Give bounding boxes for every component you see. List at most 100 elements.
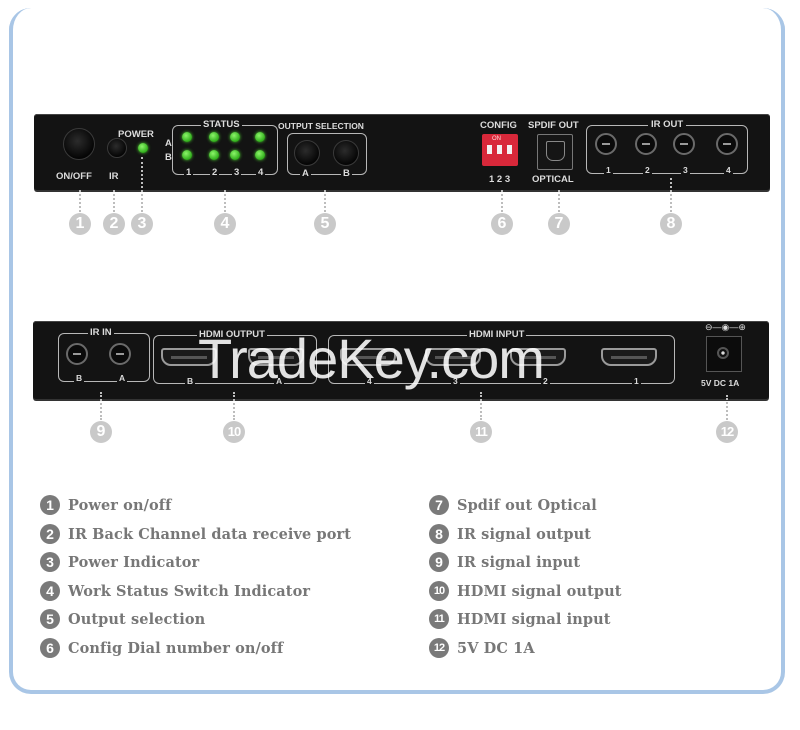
legend-text: IR signal output [457, 525, 592, 543]
legend-item: 5 Output selection [40, 608, 205, 630]
legend-badge: 8 [429, 524, 449, 544]
callout-1: 1 [69, 213, 91, 235]
dip-switch-3[interactable] [507, 145, 512, 154]
status-led-a3 [230, 132, 240, 142]
status-led-a2 [209, 132, 219, 142]
status-led-b3 [230, 150, 240, 160]
ir-out-port-4 [716, 133, 738, 155]
callout-6: 6 [491, 213, 513, 235]
legend-badge: 10 [429, 581, 449, 601]
hdmi-input-1-label: 1 [632, 376, 641, 386]
legend-item: 7 Spdif out Optical [429, 494, 597, 516]
on-off-button[interactable] [63, 128, 95, 160]
dc-polarity-icon: ⊖—◉—⊕ [705, 322, 746, 332]
status-led-b2 [209, 150, 219, 160]
ir-in-b-label: B [74, 373, 85, 383]
callout-line-12 [726, 395, 728, 420]
legend-text: HDMI signal output [457, 582, 622, 600]
spdif-out-label: SPDIF OUT [528, 120, 579, 131]
legend-text: Output selection [68, 610, 206, 628]
output-selection-label: OUTPUT SELECTION [278, 121, 364, 131]
dip-on-label: ON [492, 136, 501, 142]
callout-2: 2 [103, 213, 125, 235]
ir-receiver [107, 138, 127, 158]
status-col-4: 4 [256, 167, 266, 178]
ir-label: IR [109, 171, 119, 182]
watermark: TradeKey.com [198, 327, 545, 390]
legend-item: 2 IR Back Channel data receive port [40, 523, 351, 545]
dip-switch-1[interactable] [487, 145, 492, 154]
legend-text: 5V DC 1A [457, 639, 535, 657]
dip-switch-2[interactable] [497, 145, 502, 154]
callout-line-4 [224, 190, 226, 212]
ir-out-port-1 [595, 133, 617, 155]
status-led-b4 [255, 150, 265, 160]
config-label: CONFIG [480, 120, 517, 131]
ir-in-label: IR IN [88, 327, 114, 338]
ir-in-port-b [66, 343, 88, 365]
legend-badge: 1 [40, 495, 60, 515]
callout-line-1 [79, 190, 81, 212]
status-col-2: 2 [210, 167, 220, 178]
legend-item: 6 Config Dial number on/off [40, 637, 283, 659]
status-led-a1 [182, 132, 192, 142]
status-row-b-label: B [165, 152, 172, 163]
callout-5: 5 [314, 213, 336, 235]
config-numbers-label: 1 2 3 [489, 174, 511, 185]
legend-text: Power Indicator [68, 553, 200, 571]
ir-out-port-4-label: 4 [724, 165, 733, 175]
status-label: STATUS [201, 119, 242, 130]
legend-text: HDMI signal input [457, 610, 611, 628]
callout-4: 4 [214, 213, 236, 235]
front-panel: ON/OFF IR POWER STATUS A B 1 2 3 4 OUTPU… [34, 114, 770, 190]
legend-badge: 2 [40, 524, 60, 544]
legend-badge: 9 [429, 552, 449, 572]
legend-item: 11 HDMI signal input [429, 608, 611, 630]
callout-line-10 [233, 392, 235, 420]
dc-power-jack [706, 336, 742, 372]
legend-badge: 3 [40, 552, 60, 572]
power-spec-label: 5V DC 1A [701, 378, 740, 388]
ir-in-a-label: A [117, 373, 128, 383]
legend-item: 12 5V DC 1A [429, 637, 535, 659]
callout-line-2 [113, 190, 115, 212]
output-select-b-button[interactable] [333, 140, 359, 166]
callout-line-5 [324, 190, 326, 212]
callout-line-9 [100, 392, 102, 420]
callout-line-7 [558, 190, 560, 212]
output-select-a-button[interactable] [294, 140, 320, 166]
ir-out-port-3-label: 3 [681, 165, 690, 175]
legend-badge: 11 [429, 609, 449, 629]
legend-text: Work Status Switch Indicator [68, 582, 311, 600]
status-led-b1 [182, 150, 192, 160]
legend-badge: 4 [40, 581, 60, 601]
legend-text: IR signal input [457, 553, 581, 571]
legend-text: IR Back Channel data receive port [68, 525, 352, 543]
config-dip-switch[interactable]: ON [482, 134, 518, 166]
ir-in-port-a [109, 343, 131, 365]
callout-8: 8 [660, 213, 682, 235]
hdmi-input-port-1 [601, 348, 657, 366]
output-b-label: B [341, 168, 352, 179]
power-label: POWER [118, 129, 154, 140]
legend-item: 8 IR signal output [429, 523, 591, 545]
power-led [138, 143, 148, 153]
legend-text: Spdif out Optical [457, 496, 597, 514]
status-col-3: 3 [232, 167, 242, 178]
on-off-label: ON/OFF [56, 171, 92, 182]
legend-item: 4 Work Status Switch Indicator [40, 580, 310, 602]
legend-badge: 12 [429, 638, 449, 658]
hdmi-output-b-label: B [185, 376, 196, 386]
legend-item: 3 Power Indicator [40, 551, 199, 573]
legend-item: 1 Power on/off [40, 494, 171, 516]
ir-out-port-2 [635, 133, 657, 155]
legend-item: 9 IR signal input [429, 551, 580, 573]
page-title: Interface [304, 12, 434, 48]
legend-text: Config Dial number on/off [68, 639, 284, 657]
callout-line-8 [670, 178, 672, 212]
callout-line-3 [141, 157, 143, 212]
status-col-1: 1 [184, 167, 194, 178]
callout-3: 3 [131, 213, 153, 235]
optical-label: OPTICAL [532, 174, 574, 185]
callout-10: 10 [223, 421, 245, 443]
